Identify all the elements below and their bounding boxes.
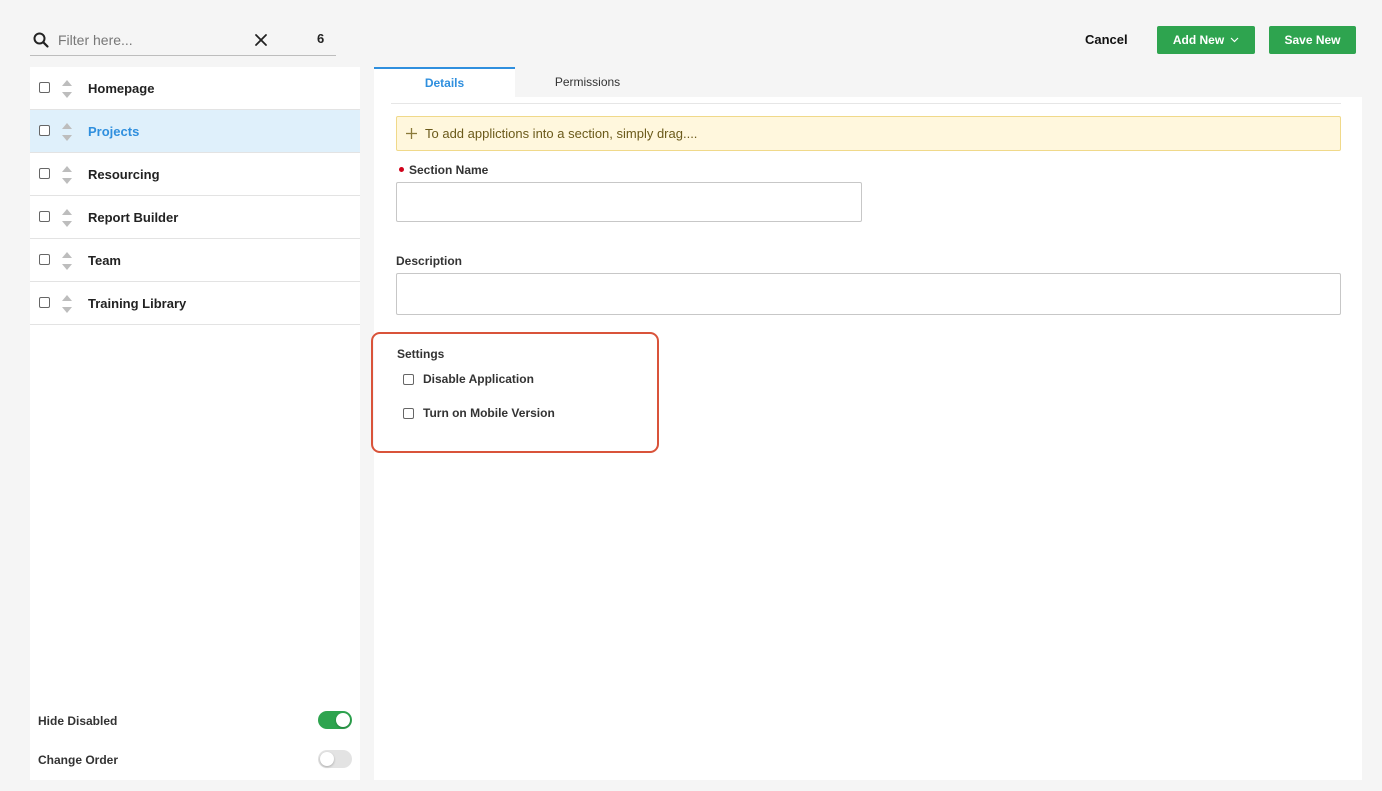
- section-item-label: Team: [88, 253, 121, 268]
- sort-arrows-icon[interactable]: [61, 207, 73, 229]
- description-input[interactable]: [396, 273, 1341, 315]
- section-editor-panel: Details Permissions To add applictions i…: [371, 67, 1362, 780]
- sort-arrows-icon[interactable]: [61, 293, 73, 315]
- sort-arrows-icon[interactable]: [61, 78, 73, 100]
- mobile-version-label: Turn on Mobile Version: [423, 406, 555, 420]
- close-icon[interactable]: [252, 31, 270, 49]
- section-checkbox[interactable]: [39, 125, 50, 136]
- change-order-label: Change Order: [38, 753, 119, 767]
- mobile-version-option[interactable]: Turn on Mobile Version: [403, 405, 555, 421]
- section-checkbox[interactable]: [39, 168, 50, 179]
- settings-title: Settings: [397, 347, 445, 361]
- divider: [391, 103, 1341, 104]
- toggle-knob: [320, 752, 334, 766]
- change-order-row: Change Order: [38, 750, 354, 770]
- change-order-toggle[interactable]: [318, 750, 352, 768]
- section-item-report-builder[interactable]: Report Builder: [30, 196, 360, 239]
- hide-disabled-toggle[interactable]: [318, 711, 352, 729]
- filter-input[interactable]: [58, 31, 238, 48]
- add-new-label: Add New: [1172, 33, 1225, 47]
- section-item-resourcing[interactable]: Resourcing: [30, 153, 360, 196]
- add-new-button[interactable]: Add New: [1157, 26, 1255, 54]
- section-name-label: Section Name: [409, 163, 489, 177]
- section-item-label: Report Builder: [88, 210, 179, 225]
- section-checkbox[interactable]: [39, 82, 50, 93]
- sort-arrows-icon[interactable]: [61, 121, 73, 143]
- section-item-label: Resourcing: [88, 167, 160, 182]
- search-icon: [33, 32, 49, 48]
- section-list-panel: Homepage Projects Resourcing Report Buil…: [30, 67, 360, 780]
- disable-application-option[interactable]: Disable Application: [403, 371, 534, 387]
- info-banner: To add applictions into a section, simpl…: [396, 116, 1341, 151]
- tab-bar: Details Permissions: [374, 67, 1362, 97]
- section-item-label: Projects: [88, 124, 140, 139]
- section-item-projects[interactable]: Projects: [30, 110, 360, 153]
- section-item-team[interactable]: Team: [30, 239, 360, 282]
- section-checkbox[interactable]: [39, 254, 50, 265]
- disable-application-label: Disable Application: [423, 372, 534, 386]
- section-checkbox[interactable]: [39, 297, 50, 308]
- sort-arrows-icon[interactable]: [61, 164, 73, 186]
- description-label: Description: [396, 254, 463, 268]
- save-new-button[interactable]: Save New: [1269, 26, 1356, 54]
- hide-disabled-row: Hide Disabled: [38, 711, 354, 731]
- section-item-homepage[interactable]: Homepage: [30, 67, 360, 110]
- section-item-training-library[interactable]: Training Library: [30, 282, 360, 325]
- mobile-version-checkbox[interactable]: [403, 407, 414, 419]
- section-checkbox[interactable]: [39, 211, 50, 222]
- tab-details[interactable]: Details: [374, 67, 515, 97]
- sort-arrows-icon[interactable]: [61, 250, 73, 272]
- hide-disabled-label: Hide Disabled: [38, 714, 118, 728]
- section-item-label: Training Library: [88, 296, 187, 311]
- filter-bar: 6: [30, 24, 336, 56]
- section-name-input[interactable]: [396, 182, 862, 222]
- toggle-knob: [336, 713, 350, 727]
- plus-icon: [406, 128, 417, 139]
- disable-application-checkbox[interactable]: [403, 373, 414, 385]
- tab-permissions[interactable]: Permissions: [515, 67, 660, 97]
- chevron-down-icon: [1230, 37, 1239, 43]
- cancel-button[interactable]: Cancel: [1085, 32, 1128, 47]
- section-item-label: Homepage: [88, 81, 155, 96]
- required-indicator: [399, 167, 404, 172]
- section-list: Homepage Projects Resourcing Report Buil…: [30, 67, 360, 325]
- info-banner-text: To add applictions into a section, simpl…: [425, 126, 698, 141]
- filter-result-count: 6: [317, 31, 325, 46]
